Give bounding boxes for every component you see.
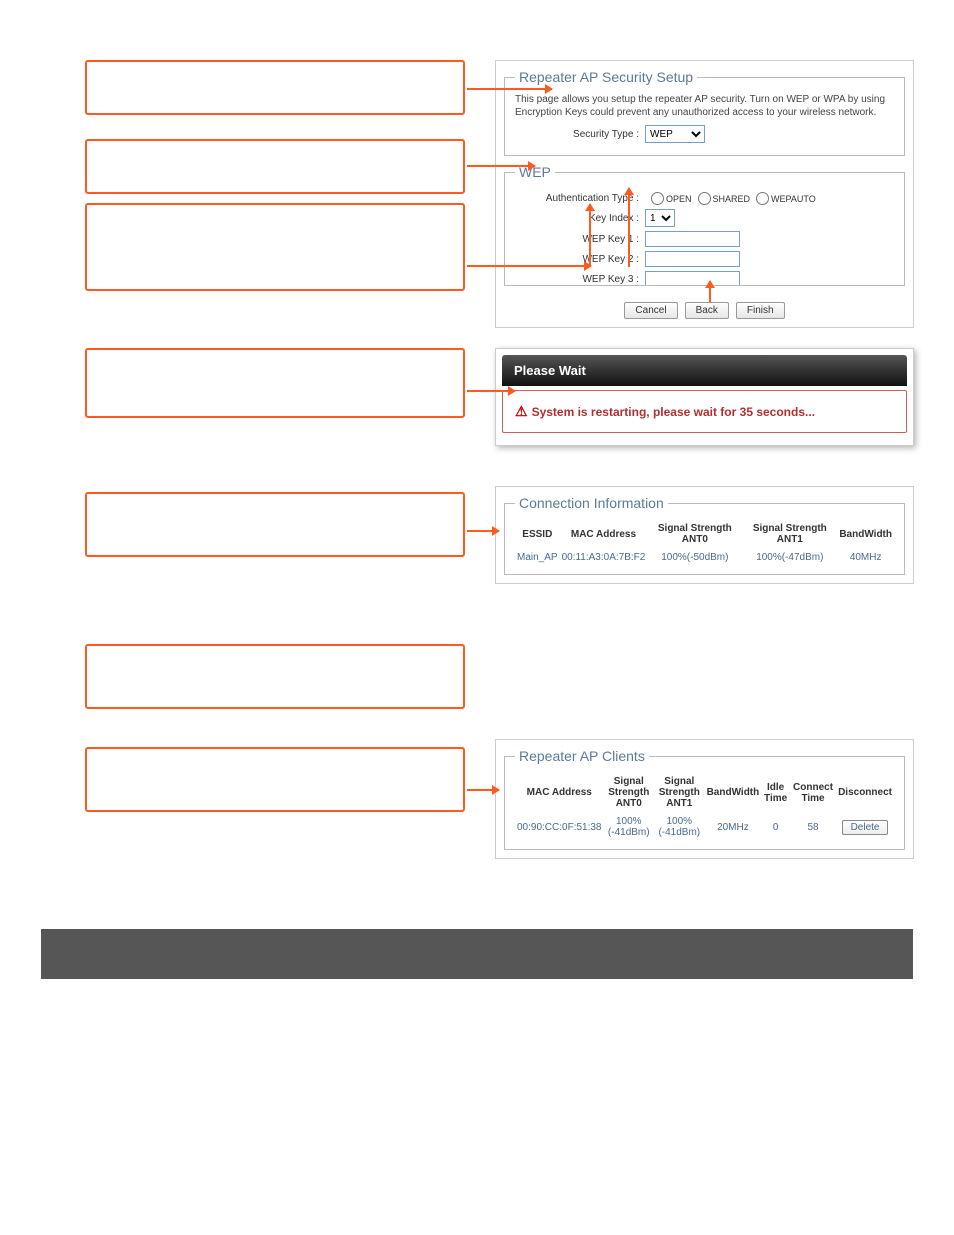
callout-please-wait	[85, 348, 465, 418]
radio-wepauto[interactable]	[756, 192, 769, 205]
lbl-open: OPEN	[666, 194, 692, 204]
finish-button[interactable]: Finish	[736, 302, 785, 319]
ctd-ant0: 100%(-41dBm)	[604, 813, 655, 841]
lbl-wep-key3: WEP Key 3 :	[515, 274, 645, 285]
wait-msg: System is restarting, please wait for 35…	[532, 405, 815, 419]
table-row: 00:90:CC:0F:51:38 100%(-41dBm) 100%(-41d…	[515, 813, 894, 841]
legend-security: Repeater AP Security Setup	[515, 69, 697, 85]
h-essid: ESSID	[515, 519, 560, 549]
td-mac: 00:11:A3:0A:7B:F2	[560, 549, 648, 566]
select-security-type[interactable]: WEP	[645, 125, 705, 143]
table-clients: MAC Address Signal Strength ANT0 Signal …	[515, 772, 894, 841]
ch-conn: Connect Time	[790, 772, 836, 813]
input-wep-key3[interactable]	[645, 271, 740, 286]
arrow-to-key-index-v2	[628, 188, 630, 267]
table-row: Main_AP 00:11:A3:0A:7B:F2 100%(-50dBm) 1…	[515, 549, 894, 566]
lbl-key-index: Key Index :	[515, 213, 645, 224]
ch-bw: BandWidth	[705, 772, 762, 813]
legend-conninfo: Connection Information	[515, 495, 668, 511]
arrow-to-wait	[467, 390, 515, 392]
callout-conninfo	[85, 492, 465, 557]
button-row: Cancel Back Finish	[496, 294, 913, 327]
callout-clients	[85, 747, 465, 812]
h-mac: MAC Address	[560, 519, 648, 549]
lbl-sec-type: Security Type :	[515, 129, 645, 140]
ctd-del: Delete	[836, 813, 894, 841]
arrow-to-auth-type	[467, 165, 535, 167]
ch-ant1: Signal Strength ANT1	[654, 772, 705, 813]
h-ant0: Signal Strength ANT0	[647, 519, 742, 549]
td-ant0: 100%(-50dBm)	[647, 549, 742, 566]
legend-clients: Repeater AP Clients	[515, 748, 649, 764]
td-bw: 40MHz	[837, 549, 894, 566]
h-bw: BandWidth	[837, 519, 894, 549]
fs-conninfo: Connection Information ESSID MAC Address…	[504, 495, 905, 575]
callout-standalone	[85, 644, 465, 709]
footer-bar	[41, 929, 913, 979]
arrow-to-key-index-v	[589, 204, 591, 267]
wait-body: ⚠ System is restarting, please wait for 3…	[502, 390, 907, 433]
fs-wep: WEP Authentication Type : OPEN SHARED WE…	[504, 164, 905, 286]
input-wep-key2[interactable]	[645, 251, 740, 267]
fs-repeater-security: Repeater AP Security Setup This page all…	[504, 69, 905, 156]
table-row: ESSID MAC Address Signal Strength ANT0 S…	[515, 519, 894, 549]
table-row: MAC Address Signal Strength ANT0 Signal …	[515, 772, 894, 813]
arrow-to-key-index-h	[467, 265, 591, 267]
ch-mac: MAC Address	[515, 772, 604, 813]
ch-ant0: Signal Strength ANT0	[604, 772, 655, 813]
arrow-to-conninfo	[467, 530, 499, 532]
callout-security-type	[85, 60, 465, 115]
td-essid: Main_AP	[515, 549, 560, 566]
table-conninfo: ESSID MAC Address Signal Strength ANT0 S…	[515, 519, 894, 566]
screenshot-conninfo: Connection Information ESSID MAC Address…	[495, 486, 914, 584]
arrow-to-sec-type	[467, 88, 552, 90]
lbl-wep-key2: WEP Key 2 :	[515, 254, 645, 265]
ctd-conn: 58	[790, 813, 836, 841]
arrow-to-clients	[467, 789, 499, 791]
security-desc: This page allows you setup the repeater …	[515, 93, 894, 119]
ctd-idle: 0	[761, 813, 790, 841]
warning-icon: ⚠	[515, 403, 528, 419]
wait-title: Please Wait	[502, 355, 907, 386]
back-button[interactable]: Back	[685, 302, 729, 319]
td-ant1: 100%(-47dBm)	[742, 549, 837, 566]
radio-shared[interactable]	[698, 192, 711, 205]
fs-clients: Repeater AP Clients MAC Address Signal S…	[504, 748, 905, 850]
ctd-ant1: 100%(-41dBm)	[654, 813, 705, 841]
screenshot-clients: Repeater AP Clients MAC Address Signal S…	[495, 739, 914, 859]
radio-open[interactable]	[651, 192, 664, 205]
lbl-wepauto: WEPAUTO	[771, 194, 816, 204]
screenshot-please-wait: Please Wait ⚠ System is restarting, pleas…	[495, 348, 914, 446]
lbl-wep-key1: WEP Key 1 :	[515, 234, 645, 245]
select-key-index[interactable]: 1	[645, 209, 675, 227]
ctd-mac: 00:90:CC:0F:51:38	[515, 813, 604, 841]
arrow-to-back-v	[709, 281, 711, 302]
delete-button[interactable]: Delete	[842, 820, 889, 835]
ctd-bw: 20MHz	[705, 813, 762, 841]
ch-idle: Idle Time	[761, 772, 790, 813]
callout-auth-type	[85, 139, 465, 194]
lbl-shared: SHARED	[713, 194, 751, 204]
ch-disc: Disconnect	[836, 772, 894, 813]
cancel-button[interactable]: Cancel	[624, 302, 677, 319]
h-ant1: Signal Strength ANT1	[742, 519, 837, 549]
input-wep-key1[interactable]	[645, 231, 740, 247]
callout-key-index	[85, 203, 465, 291]
